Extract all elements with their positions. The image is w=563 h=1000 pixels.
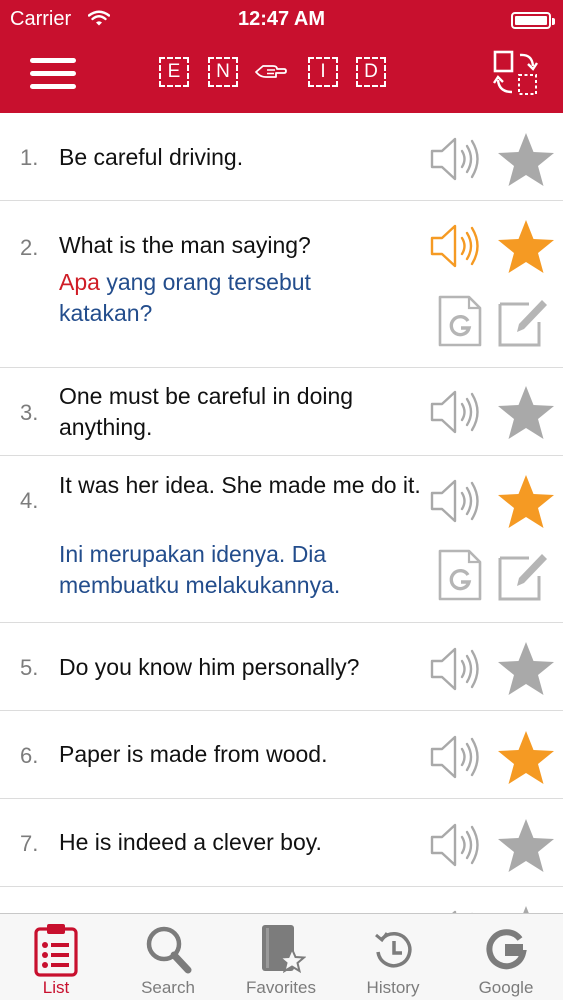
- phrase-row[interactable]: 5. Do you know him personally?: [0, 623, 563, 711]
- edit-note-icon[interactable]: [497, 294, 551, 348]
- phrase-translation: Ini merupakan idenya. Dia membuatku mela…: [59, 539, 424, 601]
- phrase-list[interactable]: 1. Be careful driving. 2. What is the ma…: [0, 113, 563, 913]
- history-clock-icon: [375, 932, 412, 968]
- phrase-english: Do you know him personally?: [59, 654, 360, 680]
- phrase-number: 6.: [20, 743, 39, 768]
- favorite-star-icon[interactable]: [496, 729, 556, 787]
- google-translate-doc-icon[interactable]: [437, 548, 483, 602]
- phrase-number: 1.: [20, 145, 39, 170]
- google-translate-doc-icon[interactable]: [437, 294, 483, 348]
- favorite-star-icon[interactable]: [496, 131, 556, 189]
- favorite-star-icon[interactable]: [496, 904, 556, 913]
- phrase-english: One must be careful in doing anything.: [59, 383, 354, 440]
- language-selector: E N I D: [0, 57, 563, 87]
- lang-letter-n[interactable]: N: [208, 57, 238, 87]
- lang-letter-e[interactable]: E: [159, 57, 189, 87]
- phrase-translation: Apa yang orang tersebut katakan?: [59, 267, 399, 329]
- favorites-book-icon: [262, 925, 306, 974]
- tab-search[interactable]: Search: [112, 914, 224, 1000]
- magnifier-icon: [146, 926, 192, 974]
- tab-favorites[interactable]: Favorites: [225, 914, 337, 1000]
- swap-page-icon[interactable]: [493, 50, 539, 96]
- phrase-row[interactable]: 6. Paper is made from wood.: [0, 711, 563, 799]
- speaker-icon[interactable]: [428, 820, 486, 870]
- phrase-number: 7.: [20, 831, 39, 856]
- translation-highlight: Apa: [59, 269, 100, 295]
- phrase-number: 2.: [20, 235, 39, 260]
- speaker-icon[interactable]: [428, 134, 486, 184]
- tab-label: List: [42, 978, 70, 997]
- favorite-star-icon[interactable]: [496, 384, 556, 442]
- favorite-star-icon[interactable]: [496, 473, 556, 531]
- phrase-row[interactable]: 2. What is the man saying? Apa yang oran…: [0, 201, 563, 368]
- swap-hand-icon[interactable]: [253, 59, 287, 85]
- edit-note-icon[interactable]: [497, 548, 551, 602]
- speaker-icon[interactable]: [428, 644, 486, 694]
- tab-label: Favorites: [246, 978, 316, 997]
- speaker-icon[interactable]: [428, 387, 486, 437]
- favorite-star-icon[interactable]: [496, 640, 556, 698]
- phrase-number: 5.: [20, 655, 39, 680]
- tab-bar: List Search Favorites History Google: [0, 913, 563, 1000]
- phrase-row[interactable]: 7. He is indeed a clever boy.: [0, 799, 563, 887]
- tab-label: History: [366, 978, 420, 997]
- app-header: Carrier 12:47 AM E N I D: [0, 0, 563, 113]
- clipboard-list-icon: [34, 924, 78, 977]
- phrase-row[interactable]: 1. Be careful driving.: [0, 113, 563, 201]
- phrase-row[interactable]: [0, 887, 563, 913]
- favorite-star-icon[interactable]: [496, 817, 556, 875]
- phrase-english: Be careful driving.: [59, 144, 244, 170]
- google-icon: [486, 929, 527, 970]
- phrase-english: What is the man saying?: [59, 232, 311, 258]
- favorite-star-icon[interactable]: [496, 218, 556, 276]
- speaker-icon[interactable]: [428, 476, 486, 526]
- phrase-number: 4.: [20, 488, 39, 513]
- phrase-english: He is indeed a clever boy.: [59, 829, 322, 855]
- battery-icon: [511, 12, 551, 29]
- phrase-english: It was her idea. She made me do it.: [59, 472, 421, 498]
- speaker-icon[interactable]: [428, 221, 486, 271]
- lang-letter-i[interactable]: I: [308, 57, 338, 87]
- tab-list[interactable]: List: [0, 914, 112, 1000]
- tab-history[interactable]: History: [337, 914, 449, 1000]
- tab-google[interactable]: Google: [450, 914, 562, 1000]
- status-bar: Carrier 12:47 AM: [0, 6, 563, 34]
- phrase-number: 3.: [20, 400, 39, 425]
- phrase-english: Paper is made from wood.: [59, 741, 328, 767]
- speaker-icon[interactable]: [428, 732, 486, 782]
- phrase-row[interactable]: 3. One must be careful in doing anything…: [0, 368, 563, 456]
- tab-label: Google: [478, 978, 534, 997]
- tab-label: Search: [141, 978, 195, 997]
- battery-nub: [552, 18, 555, 25]
- translation-text: Ini merupakan idenya. Dia membuatku mela…: [59, 541, 341, 598]
- phrase-row[interactable]: 4. It was her idea. She made me do it. I…: [0, 456, 563, 623]
- lang-letter-d[interactable]: D: [356, 57, 386, 87]
- status-time: 12:47 AM: [237, 8, 326, 30]
